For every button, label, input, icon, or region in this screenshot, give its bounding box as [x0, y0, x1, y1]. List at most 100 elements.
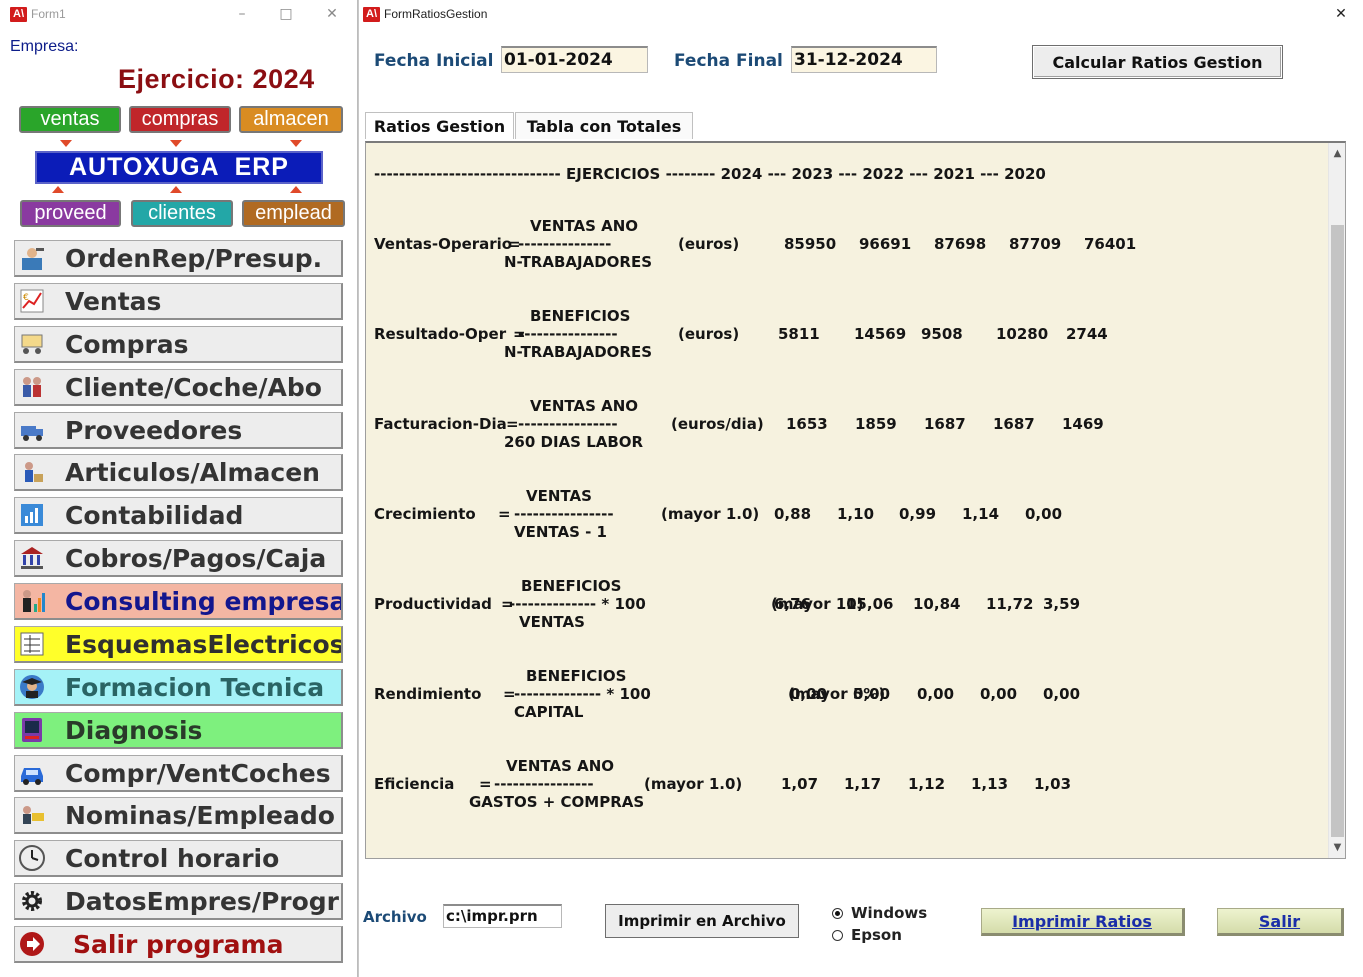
ratio-value: 10,84 — [913, 595, 961, 613]
ratio-value: 0,00 — [980, 685, 1018, 703]
ratio-fraction-line: -------------- * 100 — [509, 595, 646, 613]
menu-item-label: Cliente/Coche/Abo — [65, 372, 322, 402]
ratio-value: 1687 — [993, 415, 1035, 433]
fecha-final-input[interactable]: 31-12-2024 — [791, 46, 937, 73]
menu-item-contabilidad[interactable]: Contabilidad — [14, 497, 343, 534]
menu-item-label: EsquemasElectricos — [65, 629, 343, 659]
menu-item-label: Ventas — [65, 286, 162, 316]
menu-item-salir-programa[interactable]: Salir programa — [14, 926, 343, 963]
close-button[interactable]: ✕ — [318, 3, 346, 25]
tab-tabla-totales[interactable]: Tabla con Totales — [515, 112, 693, 139]
ratio-value: 14569 — [854, 325, 907, 343]
menu-item-label: Formacion Tecnica — [65, 672, 325, 702]
menu-item-ordenrep-presup[interactable]: OrdenRep/Presup. — [14, 240, 343, 277]
proveed-module-button[interactable]: proveed — [20, 200, 121, 227]
menu-item-control-horario[interactable]: Control horario — [14, 840, 343, 877]
radio-windows[interactable]: Windows — [832, 904, 927, 922]
ratio-name: Productividad — [374, 595, 492, 613]
menu-item-label: Compras — [65, 329, 189, 359]
arrow-down-icon — [290, 140, 302, 147]
ratios-panel: ------------------------------ EJERCICIO… — [365, 141, 1346, 859]
almacen-module-button[interactable]: almacen — [239, 106, 343, 133]
fecha-final-label: Fecha Final — [674, 51, 783, 71]
ratio-unit: (mayor 1.0) — [644, 775, 743, 793]
suppliers-icon — [17, 415, 47, 445]
ratio-denominator: N-TRABAJADORES — [504, 343, 653, 361]
menu-item-label: Proveedores — [65, 415, 243, 445]
radio-epson-label: Epson — [851, 926, 902, 944]
imprimir-archivo-button[interactable]: Imprimir en Archivo — [605, 904, 799, 938]
ratios-window: A\ FormRatiosGestion ✕ Fecha Inicial 01-… — [358, 0, 1363, 977]
ratio-unit: (euros/dia) — [671, 415, 764, 433]
emplead-module-button[interactable]: emplead — [242, 200, 345, 227]
menu-item-label: Diagnosis — [65, 715, 203, 745]
close-button[interactable]: ✕ — [1327, 3, 1355, 25]
title-bar: A\ FormRatiosGestion ✕ — [359, 0, 1363, 28]
menu-item-ventas[interactable]: € Ventas — [14, 283, 343, 320]
ratio-value: 1,13 — [971, 775, 1009, 793]
menu-item-label: Compr/VentCoches — [65, 758, 331, 788]
vertical-scrollbar[interactable]: ▲ ▼ — [1328, 143, 1345, 858]
ratio-value: 9508 — [921, 325, 963, 343]
window-title: Form1 — [31, 7, 66, 21]
salir-button[interactable]: Salir — [1217, 908, 1344, 936]
imprimir-ratios-button[interactable]: Imprimir Ratios — [981, 908, 1185, 936]
menu-item-nominas-empleado[interactable]: Nominas/Empleado — [14, 797, 343, 834]
compras-module-button[interactable]: compras — [129, 106, 231, 133]
scroll-down-icon[interactable]: ▼ — [1329, 839, 1345, 856]
radio-unselected-icon — [832, 929, 843, 941]
clock-icon — [17, 843, 47, 873]
ratio-value: 0,88 — [774, 505, 812, 523]
ratio-equals: = — [498, 505, 511, 523]
maximize-button[interactable]: □ — [272, 3, 300, 25]
ratio-value: 1,17 — [844, 775, 882, 793]
ratio-value: 1687 — [924, 415, 966, 433]
ratio-fraction-line: ---------------- — [518, 415, 618, 433]
archivo-input[interactable]: c:\impr.prn — [443, 904, 562, 928]
ratio-name: Resultado-Oper — [374, 325, 507, 343]
tab-ratios-gestion[interactable]: Ratios Gestion — [365, 112, 514, 139]
ratio-value: 3,59 — [1043, 595, 1081, 613]
accounting-icon — [17, 500, 47, 530]
ventas-module-button[interactable]: ventas — [19, 106, 121, 133]
ratio-numerator: VENTAS — [526, 487, 592, 505]
scroll-up-icon[interactable]: ▲ — [1329, 145, 1345, 162]
ratio-fraction-line: -------------- * 100 — [514, 685, 651, 703]
ratio-numerator: VENTAS ANO — [530, 397, 639, 415]
clientes-module-button[interactable]: clientes — [131, 200, 233, 227]
ratio-numerator: VENTAS ANO — [530, 217, 639, 235]
menu-item-datosempres-progr[interactable]: DatosEmpres/Progr — [14, 883, 343, 920]
fecha-inicial-input[interactable]: 01-01-2024 — [501, 46, 648, 73]
menu-item-esquemaselectricos[interactable]: EsquemasElectricos — [14, 626, 343, 663]
app-icon: A\ — [10, 6, 27, 22]
ejercicio-title: Ejercicio: 2024 — [118, 64, 315, 94]
menu-item-consulting-empresa[interactable]: Consulting empresa — [14, 583, 343, 620]
ratio-denominator: CAPITAL — [514, 703, 584, 721]
menu-item-diagnosis[interactable]: Diagnosis — [14, 712, 343, 749]
menu-item-label: OrdenRep/Presup. — [65, 243, 323, 273]
ratio-denominator: VENTAS — [519, 613, 585, 631]
ratio-value: 87709 — [1009, 235, 1062, 253]
menu-item-compr-ventcoches[interactable]: Compr/VentCoches — [14, 755, 343, 792]
menu-item-compras[interactable]: Compras — [14, 326, 343, 363]
ratio-value: 2744 — [1066, 325, 1108, 343]
ratio-value: 1859 — [855, 415, 897, 433]
calcular-ratios-button[interactable]: Calcular Ratios Gestion — [1032, 45, 1283, 79]
menu-item-label: Control horario — [65, 843, 280, 873]
minimize-button[interactable]: – — [228, 3, 256, 25]
menu-item-label: Salir programa — [73, 929, 284, 959]
menu-item-label: Consulting empresa — [65, 586, 343, 616]
ratio-value: 1,12 — [908, 775, 946, 793]
svg-text:€: € — [23, 293, 29, 303]
menu-item-proveedores[interactable]: Proveedores — [14, 412, 343, 449]
scrollbar-thumb[interactable] — [1331, 225, 1344, 837]
exit-icon — [17, 929, 47, 959]
purchases-icon — [17, 329, 47, 359]
menu-item-cliente-coche-abo[interactable]: Cliente/Coche/Abo — [14, 369, 343, 406]
sales-chart-icon: € — [17, 286, 47, 316]
menu-item-cobros-pagos-caja[interactable]: Cobros/Pagos/Caja — [14, 540, 343, 577]
menu-item-articulos-almacen[interactable]: Articulos/Almacen — [14, 454, 343, 491]
radio-epson[interactable]: Epson — [832, 926, 902, 944]
arrow-up-icon — [52, 186, 64, 193]
menu-item-formacion-tecnica[interactable]: Formacion Tecnica — [14, 669, 343, 706]
